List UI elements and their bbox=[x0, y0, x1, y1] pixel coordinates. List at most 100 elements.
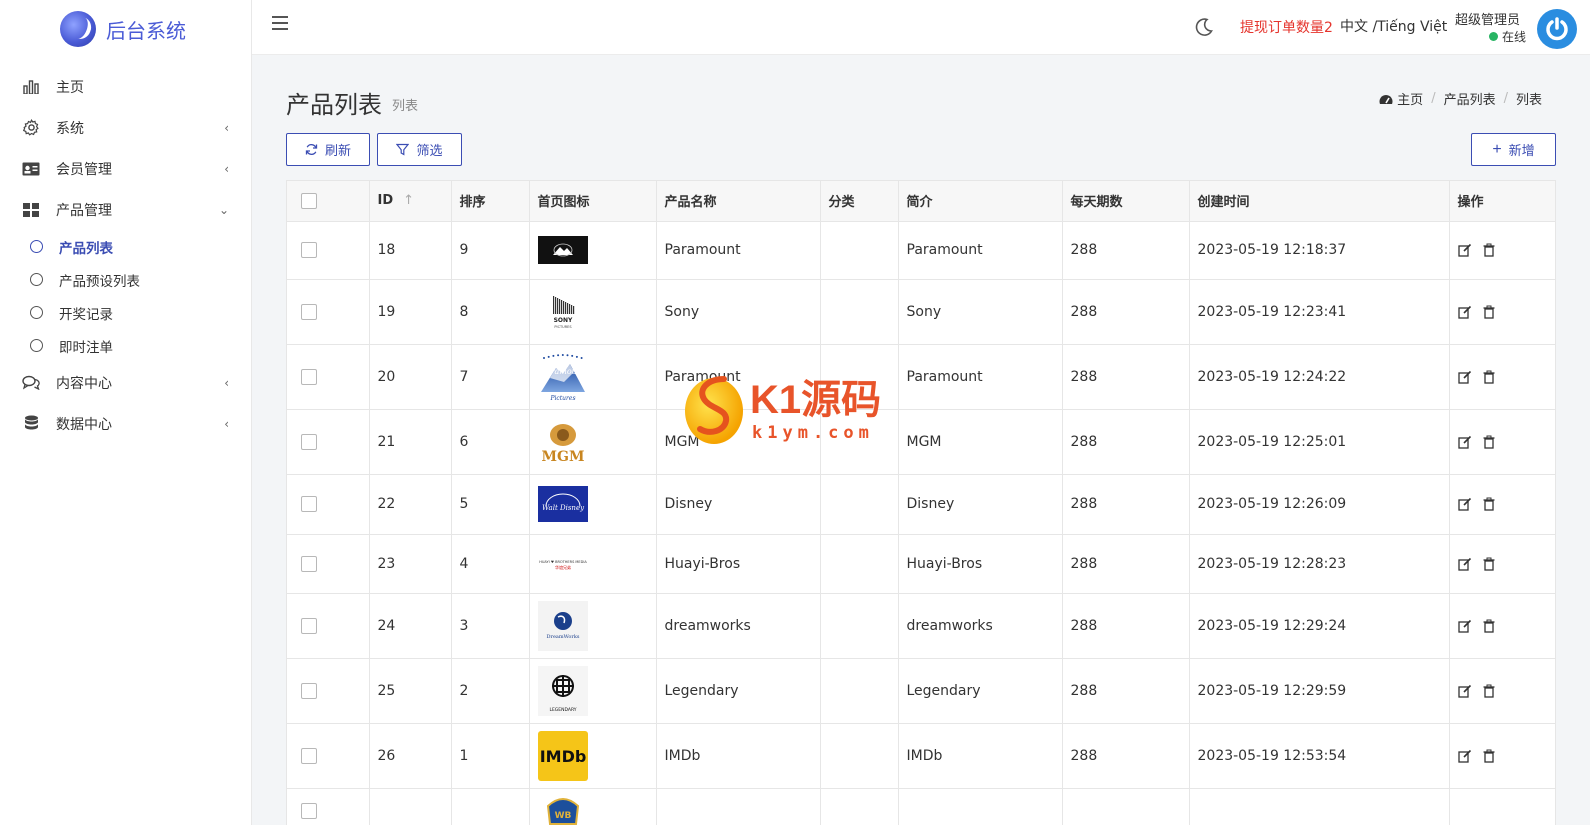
sidebar-item-label: 数据中心 bbox=[56, 416, 112, 433]
cell-id: 22 bbox=[369, 474, 452, 535]
cell-intro bbox=[898, 788, 1063, 825]
row-select-cell bbox=[287, 221, 370, 280]
breadcrumb-product-list[interactable]: 产品列表 bbox=[1444, 89, 1496, 108]
delete-icon[interactable] bbox=[1482, 619, 1496, 633]
paramount-black-logo bbox=[537, 225, 588, 275]
select-all-checkbox[interactable] bbox=[301, 192, 317, 209]
chevron-left-icon: ‹ bbox=[224, 375, 229, 390]
sidebar-item-system[interactable]: 系统 ‹ bbox=[0, 107, 251, 148]
cell-icon: WB bbox=[529, 788, 657, 825]
row-checkbox[interactable] bbox=[301, 303, 317, 320]
cell-actions bbox=[1449, 344, 1555, 410]
imdb-logo: IMDb bbox=[537, 730, 588, 781]
row-select-cell bbox=[287, 409, 370, 475]
delete-icon[interactable] bbox=[1482, 684, 1496, 698]
admin-name[interactable]: 超级管理员 bbox=[1455, 9, 1520, 28]
row-checkbox[interactable] bbox=[301, 802, 317, 819]
edit-icon[interactable] bbox=[1457, 557, 1472, 571]
table-row: 25 2 LEGENDARY Legendary Legendary 288 2023-05… bbox=[287, 658, 1555, 724]
cell-actions bbox=[1449, 658, 1555, 724]
breadcrumb-home[interactable]: 主页 bbox=[1397, 89, 1423, 108]
filter-icon bbox=[396, 143, 410, 156]
cell-intro: Huayi-Bros bbox=[898, 534, 1063, 594]
cell-sort: 3 bbox=[451, 593, 530, 659]
edit-icon[interactable] bbox=[1457, 243, 1472, 257]
sidebar-item-members[interactable]: 会员管理 ‹ bbox=[0, 148, 251, 189]
language-switch[interactable]: 中文 /Tiếng Việt bbox=[1340, 16, 1447, 36]
sidebar-subitem-live-bets[interactable]: 即时注单 bbox=[0, 329, 251, 362]
cell-daily: 288 bbox=[1062, 723, 1190, 789]
cell-actions bbox=[1449, 221, 1555, 280]
row-checkbox[interactable] bbox=[301, 368, 317, 385]
sidebar-item-content[interactable]: 内容中心 ‹ bbox=[0, 362, 251, 403]
delete-icon[interactable] bbox=[1482, 749, 1496, 763]
cell-intro: dreamworks bbox=[898, 593, 1063, 659]
refresh-button[interactable]: 刷新 bbox=[286, 133, 370, 166]
svg-text:IMDb: IMDb bbox=[539, 747, 586, 766]
row-checkbox[interactable] bbox=[301, 433, 317, 450]
cell-sort: 7 bbox=[451, 344, 530, 410]
watermark: K1源码 k1ym.com bbox=[684, 365, 894, 455]
cell-id bbox=[369, 788, 452, 825]
avatar[interactable] bbox=[1537, 9, 1577, 49]
sidebar-subitem-product-list[interactable]: 产品列表 bbox=[0, 230, 251, 263]
edit-icon[interactable] bbox=[1457, 370, 1472, 384]
delete-icon[interactable] bbox=[1482, 243, 1496, 257]
delete-icon[interactable] bbox=[1482, 305, 1496, 319]
filter-button[interactable]: 筛选 bbox=[377, 133, 462, 166]
product-table: ID ↑ 排序 首页图标 产品名称 分类 简介 每天期数 创建时间 操作 18 9 P… bbox=[286, 180, 1556, 825]
row-checkbox[interactable] bbox=[301, 617, 317, 634]
cell-actions bbox=[1449, 788, 1555, 825]
breadcrumb: 主页 / 产品列表 / 列表 bbox=[1379, 89, 1542, 108]
sort-up-icon[interactable]: ↑ bbox=[403, 193, 414, 208]
withdraw-order-count-link[interactable]: 提现订单数量2 bbox=[1240, 17, 1333, 37]
edit-icon[interactable] bbox=[1457, 497, 1472, 511]
moon-icon[interactable] bbox=[1194, 17, 1214, 37]
hamburger-menu-icon[interactable] bbox=[272, 16, 288, 34]
dashboard-icon bbox=[1379, 94, 1393, 104]
svg-text:Paramount: Paramount bbox=[539, 367, 585, 376]
add-button[interactable]: + 新增 bbox=[1471, 133, 1556, 166]
cell-category bbox=[820, 279, 899, 345]
column-header-id[interactable]: ID ↑ bbox=[369, 181, 452, 222]
sidebar-item-label: 会员管理 bbox=[56, 161, 112, 178]
column-header-daily: 每天期数 bbox=[1062, 181, 1190, 222]
cell-daily: 288 bbox=[1062, 279, 1190, 345]
cell-sort: 5 bbox=[451, 474, 530, 535]
delete-icon[interactable] bbox=[1482, 557, 1496, 571]
sidebar-item-home[interactable]: 主页 bbox=[0, 66, 251, 107]
row-checkbox[interactable] bbox=[301, 496, 317, 512]
column-header-icon: 首页图标 bbox=[529, 181, 657, 222]
chat-icon bbox=[22, 374, 40, 392]
sidebar-item-products[interactable]: 产品管理 ⌄ bbox=[0, 189, 251, 230]
row-checkbox[interactable] bbox=[301, 555, 317, 572]
delete-icon[interactable] bbox=[1482, 435, 1496, 449]
edit-icon[interactable] bbox=[1457, 305, 1472, 319]
page-title: 产品列表 bbox=[286, 91, 382, 119]
sidebar-subitem-draw-records[interactable]: 开奖记录 bbox=[0, 296, 251, 329]
row-checkbox[interactable] bbox=[301, 682, 317, 699]
cell-sort: 9 bbox=[451, 221, 530, 280]
row-checkbox[interactable] bbox=[301, 242, 317, 258]
edit-icon[interactable] bbox=[1457, 684, 1472, 698]
sidebar-item-data[interactable]: 数据中心 ‹ bbox=[0, 403, 251, 444]
cell-actions bbox=[1449, 409, 1555, 475]
sidebar-subitem-product-presets[interactable]: 产品预设列表 bbox=[0, 263, 251, 296]
sidebar: 后台系统 主页 系统 ‹ 会员管理 ‹ 产品管理 ⌄ 产品列表 产品预设列表 开… bbox=[0, 0, 252, 825]
delete-icon[interactable] bbox=[1482, 370, 1496, 384]
sidebar-item-label: 系统 bbox=[56, 120, 84, 137]
edit-icon[interactable] bbox=[1457, 619, 1472, 633]
row-checkbox[interactable] bbox=[301, 747, 317, 764]
edit-icon[interactable] bbox=[1457, 749, 1472, 763]
warner-bros-logo: WB bbox=[538, 796, 588, 825]
svg-text:DreamWorks: DreamWorks bbox=[546, 634, 579, 640]
app-logo[interactable]: 后台系统 bbox=[0, 0, 251, 58]
cell-daily: 288 bbox=[1062, 658, 1190, 724]
dreamworks-logo: DreamWorks bbox=[537, 600, 588, 651]
cell-category bbox=[820, 593, 899, 659]
delete-icon[interactable] bbox=[1482, 497, 1496, 511]
edit-icon[interactable] bbox=[1457, 435, 1472, 449]
select-all-cell bbox=[287, 181, 370, 222]
row-select-cell bbox=[287, 593, 370, 659]
cell-id: 20 bbox=[369, 344, 452, 410]
